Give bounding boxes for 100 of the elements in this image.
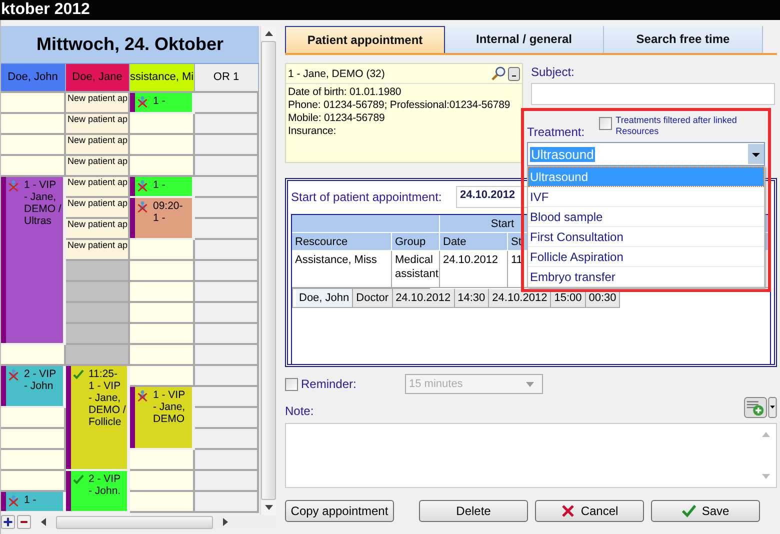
time-slot[interactable] [194,198,259,219]
time-slot[interactable] [194,261,259,282]
time-slot[interactable] [66,261,130,282]
dropdown-option[interactable]: Embryo transfer [528,267,764,287]
table-cell[interactable]: Doe, John [296,288,354,308]
time-slot[interactable]: New patient ap [66,135,130,156]
time-slot[interactable] [194,177,259,198]
table-cell[interactable]: 24.10.2012 [489,288,552,308]
time-slot[interactable] [194,324,259,345]
time-slot[interactable] [130,240,194,261]
scroll-down-icon[interactable] [264,505,272,510]
appointment-card[interactable]: 1 - VIP - Jane, DEMO / Ultras [1,177,62,343]
time-slot[interactable] [194,282,259,303]
save-button[interactable]: Save [651,500,760,522]
cancel-button[interactable]: Cancel [535,500,644,522]
time-slot[interactable] [194,471,259,492]
time-slot[interactable] [130,261,194,282]
appointment-card[interactable]: 2 - VIP - John. [66,471,127,511]
caret-icon[interactable] [748,144,764,164]
scroll-up-icon[interactable] [264,31,272,36]
time-slot[interactable]: New patient ap [66,156,130,177]
table-cell[interactable]: 24.10.2012 [440,251,508,288]
time-slot[interactable]: New patient ap [66,177,130,198]
table-cell[interactable]: 24.10.2012 [392,288,455,308]
search-icon[interactable] [491,66,506,81]
action-button[interactable]: Copy appointment [285,500,394,522]
time-slot[interactable] [1,429,66,450]
appointment-card[interactable]: 1 - [1,492,62,511]
dropdown-option[interactable]: IVF [528,187,764,207]
resource-header[interactable]: OR 1 [194,64,259,91]
time-slot[interactable] [1,114,66,135]
dropdown-option[interactable]: Follicle Aspiration [528,247,764,267]
time-slot[interactable] [1,408,66,429]
time-slot[interactable]: New patient ap [66,198,130,219]
table-cell[interactable]: Doctor [353,288,393,308]
appointment-card[interactable]: 11:25- 1 - VIP - Jane, DEMO / Follicle [66,366,127,469]
scroll-left-icon[interactable] [41,518,46,526]
time-slot[interactable] [130,303,194,324]
time-slot[interactable] [66,324,130,345]
appointment-card[interactable]: 09:20- 1 - [130,198,192,238]
time-slot[interactable]: New patient ap [66,240,130,261]
tab[interactable]: Internal / general [445,26,604,53]
time-slot[interactable] [130,450,194,471]
time-slot[interactable] [130,492,194,513]
time-slot[interactable] [1,345,66,366]
time-slot[interactable] [130,156,194,177]
filter-checkbox[interactable] [598,117,612,130]
caret-icon[interactable] [768,397,777,418]
time-slot[interactable] [194,240,259,261]
time-slot[interactable] [194,429,259,450]
time-slot[interactable] [1,156,66,177]
add-note-icon[interactable] [744,397,767,418]
time-slot[interactable] [194,303,259,324]
time-slot[interactable] [194,366,259,387]
time-slot[interactable] [1,471,66,492]
appointment-card[interactable]: 1 - [130,93,192,112]
appointment-card[interactable]: 1 - [130,177,192,196]
time-slot[interactable]: New patient ap [66,114,130,135]
time-slot[interactable] [194,93,259,114]
time-slot[interactable] [130,282,194,303]
remove-icon[interactable] [17,515,31,529]
time-slot[interactable] [194,156,259,177]
time-slot[interactable] [130,324,194,345]
time-slot[interactable] [1,135,66,156]
subject-field[interactable] [531,83,775,105]
dropdown-option[interactable]: First Consultation [528,227,764,247]
tab[interactable]: Patient appointment [285,26,445,53]
appointment-card[interactable]: 1 - VIP - Jane, DEMO [130,387,192,448]
time-slot[interactable] [194,408,259,429]
time-slot[interactable]: New patient ap [66,219,130,240]
time-slot[interactable] [194,345,259,366]
resource-header[interactable]: Doe, Jane [66,64,130,91]
time-slot[interactable] [194,450,259,471]
time-slot[interactable] [1,450,66,471]
add-icon[interactable] [1,515,15,529]
time-slot[interactable] [130,135,194,156]
time-slot[interactable] [130,114,194,135]
time-slot[interactable] [130,471,194,492]
table-cell[interactable]: 14:30 [454,288,490,308]
time-slot[interactable]: New patient ap [66,93,130,114]
tab[interactable]: Search free time [604,26,763,53]
time-slot[interactable] [66,282,130,303]
appointment-card[interactable]: 2 - VIP - John [1,366,62,406]
time-slot[interactable] [194,492,259,513]
time-slot[interactable] [130,345,194,366]
resource-header[interactable]: Doe, John [1,64,66,91]
scroll-thumb[interactable] [56,516,213,528]
time-slot[interactable] [130,366,194,387]
resource-header[interactable]: ssistance, Mi [130,64,194,91]
dropdown-option[interactable]: Blood sample [528,207,764,227]
collapse-icon[interactable] [508,66,520,80]
time-slot[interactable] [66,303,130,324]
time-slot[interactable] [194,219,259,240]
time-slot[interactable] [66,345,130,366]
time-slot[interactable] [194,387,259,408]
time-slot[interactable] [1,93,66,114]
scroll-right-icon[interactable] [223,518,228,526]
time-slot[interactable] [194,114,259,135]
time-slot[interactable] [194,135,259,156]
action-button[interactable]: Delete [419,500,528,522]
